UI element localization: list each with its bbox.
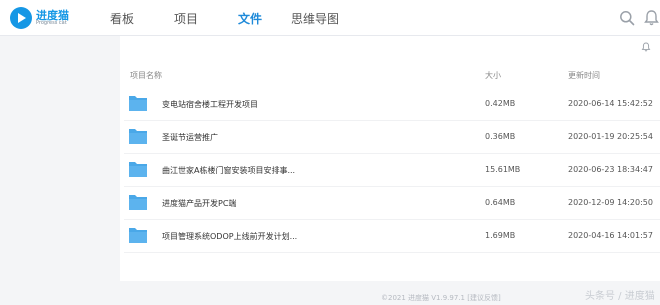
file-name[interactable]: 圣诞节运营推广 <box>162 132 218 143</box>
logo-mark-icon <box>10 7 32 29</box>
file-name[interactable]: 变电站宿舍楼工程开发项目 <box>162 99 258 110</box>
top-header: 进度猫 Progress cat 看板 项目 文件 思维导图 <box>0 0 660 36</box>
nav-files[interactable]: 文件 <box>238 10 262 27</box>
brand-subtitle: Progress cat <box>36 20 67 26</box>
brand-logo[interactable]: 进度猫 Progress cat <box>10 5 70 31</box>
table-header: 项目名称 大小 更新时间 <box>130 70 660 84</box>
nav-projects[interactable]: 项目 <box>174 10 198 27</box>
folder-icon <box>129 228 147 243</box>
search-icon[interactable] <box>619 10 635 26</box>
nav-kanban[interactable]: 看板 <box>110 10 134 27</box>
file-name[interactable]: 进度猫产品开发PC端 <box>162 198 236 209</box>
copyright-text: ©2021 进度猫 V1.9.97.1 <box>381 294 465 302</box>
panel-bell-icon[interactable] <box>641 42 651 52</box>
file-name[interactable]: 项目管理系统ODOP上线前开发计划... <box>162 231 297 242</box>
file-name[interactable]: 曲江世家A栋楼门窗安装项目安排事... <box>162 165 295 176</box>
folder-icon <box>129 96 147 111</box>
file-updated-time: 2020-06-14 15:42:52 <box>568 99 653 108</box>
file-updated-time: 2020-06-23 18:34:47 <box>568 165 653 174</box>
nav-mindmap[interactable]: 思维导图 <box>291 10 339 27</box>
column-time-header: 更新时间 <box>568 71 600 80</box>
file-size: 0.36MB <box>485 132 516 141</box>
file-size: 0.64MB <box>485 198 516 207</box>
feedback-link[interactable]: [建议反馈] <box>467 294 500 302</box>
folder-icon <box>129 195 147 210</box>
file-updated-time: 2020-12-09 14:20:50 <box>568 198 653 207</box>
bell-icon[interactable] <box>643 9 660 27</box>
file-updated-time: 2020-01-19 20:25:54 <box>568 132 653 141</box>
file-size: 0.42MB <box>485 99 516 108</box>
table-row[interactable]: 曲江世家A栋楼门窗安装项目安排事... 15.61MB 2020-06-23 1… <box>124 154 660 187</box>
table-row[interactable]: 圣诞节运营推广 0.36MB 2020-01-19 20:25:54 <box>124 121 660 154</box>
page-footer: ©2021 进度猫 V1.9.97.1 [建议反馈] <box>381 293 501 303</box>
file-size: 15.61MB <box>485 165 521 174</box>
folder-icon <box>129 129 147 144</box>
table-row[interactable]: 进度猫产品开发PC端 0.64MB 2020-12-09 14:20:50 <box>124 187 660 220</box>
watermark-text: 头条号 / 进度猫 <box>585 291 655 302</box>
column-name-header: 项目名称 <box>130 71 162 80</box>
table-row[interactable]: 项目管理系统ODOP上线前开发计划... 1.69MB 2020-04-16 1… <box>124 220 660 253</box>
column-size-header: 大小 <box>485 71 501 80</box>
file-updated-time: 2020-04-16 14:01:57 <box>568 231 653 240</box>
file-size: 1.69MB <box>485 231 516 240</box>
table-row[interactable]: 变电站宿舍楼工程开发项目 0.42MB 2020-06-14 15:42:52 <box>124 88 660 121</box>
folder-icon <box>129 162 147 177</box>
